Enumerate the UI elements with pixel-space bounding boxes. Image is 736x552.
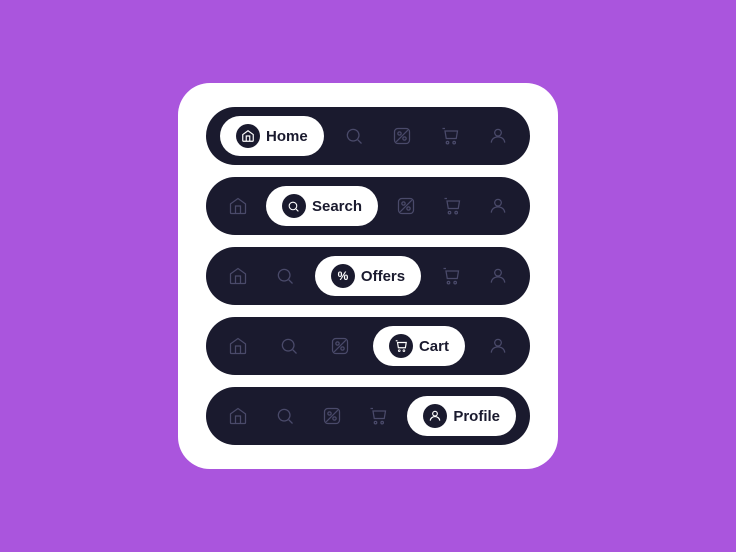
card: Home Search	[178, 83, 558, 469]
search-pill-icon	[282, 194, 306, 218]
search-icon-5[interactable]	[267, 398, 303, 434]
cart-label: Cart	[419, 338, 449, 355]
profile-icon-4[interactable]	[480, 328, 516, 364]
cart-icon[interactable]	[432, 118, 468, 154]
search-tab[interactable]: Search	[266, 186, 378, 226]
cart-icon-5[interactable]	[360, 398, 396, 434]
offers-tab[interactable]: % Offers	[315, 256, 421, 296]
offers-icon-5[interactable]	[314, 398, 350, 434]
search-icon-3[interactable]	[267, 258, 303, 294]
search-icon-4[interactable]	[271, 328, 307, 364]
offers-label: Offers	[361, 268, 405, 285]
profile-pill-icon	[423, 404, 447, 428]
profile-icon-2[interactable]	[480, 188, 516, 224]
nav-row-profile: Profile	[206, 387, 530, 445]
offers-icon-2[interactable]	[388, 188, 424, 224]
profile-label: Profile	[453, 408, 500, 425]
search-icon[interactable]	[336, 118, 372, 154]
home-icon-3[interactable]	[220, 258, 256, 294]
nav-row-home: Home	[206, 107, 530, 165]
cart-pill-icon	[389, 334, 413, 358]
cart-icon-2[interactable]	[434, 188, 470, 224]
offers-icon-4[interactable]	[322, 328, 358, 364]
search-label: Search	[312, 198, 362, 215]
cart-tab[interactable]: Cart	[373, 326, 465, 366]
home-tab[interactable]: Home	[220, 116, 324, 156]
cart-icon-3[interactable]	[433, 258, 469, 294]
profile-icon[interactable]	[480, 118, 516, 154]
nav-row-offers: % Offers	[206, 247, 530, 305]
offers-pill-icon: %	[331, 264, 355, 288]
nav-row-search: Search	[206, 177, 530, 235]
home-icon[interactable]	[220, 188, 256, 224]
profile-tab[interactable]: Profile	[407, 396, 516, 436]
home-label: Home	[266, 128, 308, 145]
profile-icon-3[interactable]	[480, 258, 516, 294]
home-icon-4[interactable]	[220, 328, 256, 364]
home-icon-5[interactable]	[220, 398, 256, 434]
offers-icon[interactable]	[384, 118, 420, 154]
home-pill-icon	[236, 124, 260, 148]
nav-row-cart: Cart	[206, 317, 530, 375]
